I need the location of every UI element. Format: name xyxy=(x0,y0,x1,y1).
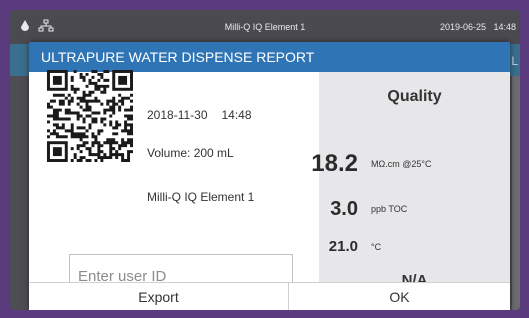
status-date: 2019-06-25 xyxy=(439,22,486,32)
report-volume: Volume: 200 mL xyxy=(147,146,234,160)
resistivity-unit: MΩ.cm @25°C xyxy=(371,159,432,169)
ok-button[interactable]: OK xyxy=(289,283,510,310)
resistivity-value: 18.2 xyxy=(311,150,358,177)
status-bar: Milli-Q IQ Element 1 2019-06-25 14:48 xyxy=(10,10,520,44)
toc-unit: ppb TOC xyxy=(371,204,408,214)
export-button[interactable]: Export xyxy=(29,283,289,310)
report-datetime: 2018-11-30 14:48 xyxy=(147,108,252,122)
qr-code-icon xyxy=(47,70,133,162)
background-edge-text: L xyxy=(511,54,518,68)
dialog-button-row: Export OK xyxy=(29,282,510,310)
temperature-unit: °C xyxy=(371,242,382,252)
report-date: 2018-11-30 xyxy=(147,108,208,122)
device-screen: Milli-Q IQ Element 1 2019-06-25 14:48 L … xyxy=(10,10,520,310)
status-time: 14:48 xyxy=(493,22,516,32)
quality-title: Quality xyxy=(387,88,442,105)
temperature-value: 21.0 xyxy=(328,238,358,255)
background-scroll-strip xyxy=(512,76,520,310)
dispense-report-dialog: ULTRAPURE WATER DISPENSE REPORT 2018-11-… xyxy=(29,42,510,310)
toc-value: 3.0 xyxy=(330,198,358,220)
report-time: 14:48 xyxy=(221,108,252,122)
dialog-title: ULTRAPURE WATER DISPENSE REPORT xyxy=(29,42,510,72)
report-device-name: Milli-Q IQ Element 1 xyxy=(147,190,255,204)
